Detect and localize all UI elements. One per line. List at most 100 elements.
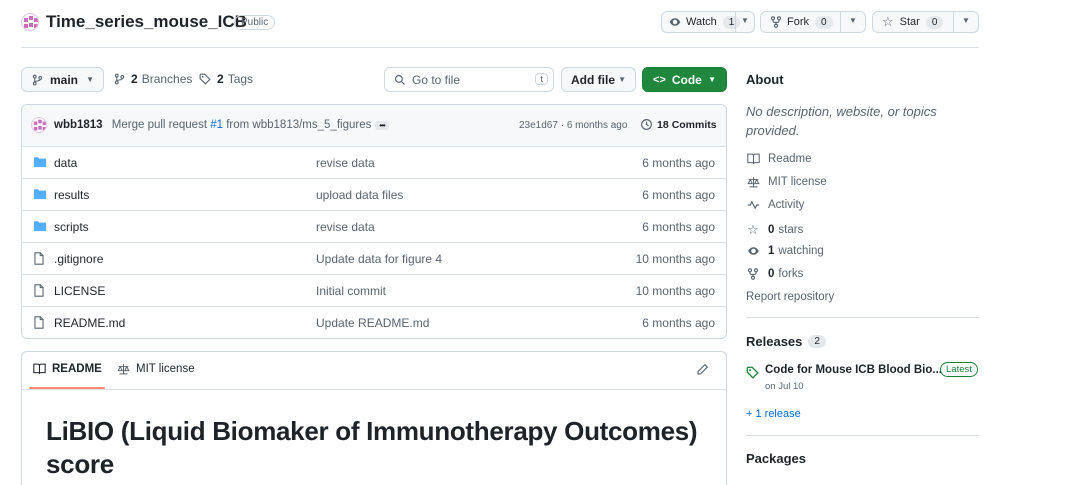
file-icon — [33, 284, 45, 300]
file-row[interactable]: scripts revise data 6 months ago — [21, 210, 727, 242]
sidebar-activity-label: Activity — [768, 199, 805, 211]
sidebar-item-readme[interactable]: Readme — [746, 153, 811, 165]
branches-label: Branches — [141, 72, 193, 86]
file-commit-message[interactable]: upload data files — [316, 188, 403, 202]
repo-name[interactable]: Time_series_mouse_ICB — [46, 12, 247, 32]
watch-count: 1 — [722, 15, 741, 29]
star-button[interactable]: ☆ Star 0 ▼ — [872, 11, 979, 33]
add-file-label: Add file — [571, 72, 615, 87]
branch-name: main — [50, 72, 79, 87]
tags-count: 2 — [217, 72, 224, 86]
repo-avatar[interactable] — [21, 13, 39, 31]
file-name[interactable]: README.md — [54, 316, 125, 330]
tab-readme[interactable]: README — [33, 363, 102, 375]
chevron-down-icon: ▼ — [618, 75, 626, 84]
search-icon — [394, 74, 406, 86]
file-name[interactable]: LICENSE — [54, 284, 105, 298]
commit-time: · 6 months ago — [560, 120, 628, 131]
readme-tab-divider — [22, 389, 726, 390]
fork-button[interactable]: Fork 0 ▼ — [760, 11, 866, 33]
commit-message-suffix[interactable]: from wbb1813/ms_5_figures — [226, 119, 371, 131]
commit-message: wbb1813 Merge pull request #1 from wbb18… — [54, 119, 371, 131]
file-name[interactable]: results — [54, 188, 89, 202]
file-name[interactable]: scripts — [54, 220, 89, 234]
file-commit-message[interactable]: Update data for figure 4 — [316, 252, 442, 266]
identicon-icon — [24, 16, 38, 28]
header-divider — [21, 47, 979, 48]
report-repository-link[interactable]: Report repository — [746, 291, 834, 303]
commit-expand-button[interactable]: ••• — [375, 121, 389, 130]
sidebar-item-watching[interactable]: 1 watching — [746, 245, 824, 257]
readme-heading-line1: LiBIO (Liquid Biomaker of Immunotherapy … — [46, 416, 698, 446]
chevron-down-icon[interactable]: ▼ — [741, 16, 749, 25]
sidebar-readme-label: Readme — [768, 153, 812, 165]
more-releases-link[interactable]: + 1 release — [746, 408, 801, 420]
folder-icon — [33, 156, 47, 171]
sidebar-stars-label: stars — [778, 224, 804, 236]
sidebar-forks-count: 0 — [768, 268, 775, 280]
code-button[interactable]: <> Code ▼ — [642, 67, 727, 92]
file-row[interactable]: data revise data 6 months ago — [21, 146, 727, 178]
tags-label: Tags — [227, 72, 254, 86]
code-icon: <> — [653, 73, 666, 86]
file-commit-time: 6 months ago — [642, 155, 715, 170]
file-commit-message[interactable]: revise data — [316, 156, 375, 170]
pulse-icon — [746, 199, 760, 211]
tag-icon — [746, 366, 759, 379]
chevron-down-icon: ▼ — [86, 75, 94, 84]
visibility-badge: Public — [234, 15, 276, 30]
file-name[interactable]: data — [54, 156, 77, 170]
commit-message-prefix[interactable]: Merge pull request — [112, 119, 207, 131]
tags-link[interactable]: 2 Tags — [199, 72, 253, 86]
release-date: on Jul 10 — [765, 381, 804, 392]
branches-link[interactable]: 2 Branches — [114, 72, 192, 86]
commit-pr-link[interactable]: #1 — [210, 119, 223, 131]
star-count: 0 — [925, 15, 944, 29]
commit-meta: 23e1d67 · 6 months ago — [519, 120, 627, 131]
fork-dropdown-divider — [840, 12, 841, 32]
sidebar-item-license[interactable]: MIT license — [746, 176, 827, 188]
readme-heading: LiBIO (Liquid Biomaker of Immunotherapy … — [46, 415, 698, 481]
go-to-file-input[interactable]: Go to file t — [384, 67, 554, 92]
release-name[interactable]: Code for Mouse ICB Blood Bio... — [765, 364, 942, 376]
chevron-down-icon: ▼ — [708, 75, 716, 84]
eye-icon — [669, 16, 681, 28]
commit-author-avatar[interactable] — [31, 117, 47, 133]
sidebar-item-forks[interactable]: 0 forks — [746, 268, 803, 280]
branch-icon — [32, 74, 43, 86]
file-commit-message[interactable]: Update README.md — [316, 316, 429, 330]
chevron-down-icon[interactable]: ▼ — [849, 16, 857, 25]
commit-author[interactable]: wbb1813 — [54, 119, 103, 131]
releases-divider — [746, 435, 979, 436]
file-row[interactable]: LICENSE Initial commit 10 months ago — [21, 274, 727, 306]
commits-link[interactable]: 18 Commits — [640, 118, 717, 131]
pencil-icon — [696, 363, 709, 376]
star-label: Star — [899, 16, 920, 28]
file-commit-message[interactable]: Initial commit — [316, 284, 386, 298]
file-row[interactable]: README.md Update README.md 6 months ago — [21, 306, 727, 338]
releases-count: 2 — [808, 335, 826, 348]
sidebar-item-stars[interactable]: ☆ 0 stars — [746, 222, 803, 238]
watch-button[interactable]: Watch 1 ▼ — [661, 11, 755, 33]
file-row[interactable]: results upload data files 6 months ago — [21, 178, 727, 210]
releases-header[interactable]: Releases 2 — [746, 334, 826, 349]
fork-label: Fork — [787, 16, 809, 28]
chevron-down-icon[interactable]: ▼ — [962, 16, 970, 25]
file-row[interactable]: .gitignore Update data for figure 4 10 mon… — [21, 242, 727, 274]
packages-title[interactable]: Packages — [746, 451, 806, 466]
commit-hash[interactable]: 23e1d67 — [519, 120, 558, 131]
about-title: About — [746, 72, 784, 87]
tab-license[interactable]: MIT license — [117, 363, 195, 375]
fork-icon — [770, 16, 782, 28]
file-commit-message[interactable]: revise data — [316, 220, 375, 234]
edit-readme-button[interactable] — [696, 363, 709, 379]
add-file-button[interactable]: Add file ▼ — [561, 67, 636, 92]
file-commit-time: 6 months ago — [642, 315, 715, 330]
sidebar-item-activity[interactable]: Activity — [746, 199, 804, 211]
sidebar-license-label: MIT license — [768, 176, 827, 188]
branch-selector[interactable]: main ▼ — [21, 67, 104, 92]
readme-heading-line2: score — [46, 449, 114, 479]
file-name[interactable]: .gitignore — [54, 252, 103, 266]
sidebar-stars-count: 0 — [768, 224, 775, 236]
search-shortcut: t — [535, 73, 548, 85]
